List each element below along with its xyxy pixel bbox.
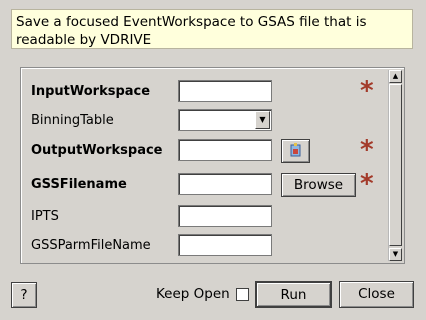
output-workspace-field[interactable] xyxy=(178,139,272,161)
gss-parm-file-name-label: GSSParmFileName xyxy=(31,238,151,253)
workspace-icon xyxy=(290,143,301,157)
ipts-field[interactable] xyxy=(178,205,272,227)
scrollbar-thumb[interactable] xyxy=(389,84,402,246)
row-binning-table: BinningTable ▼ xyxy=(21,109,381,135)
algorithm-description: Save a focused EventWorkspace to GSAS fi… xyxy=(11,9,413,49)
required-star-icon: * xyxy=(360,169,374,199)
help-button[interactable]: ? xyxy=(11,282,37,308)
keep-open-label: Keep Open xyxy=(156,286,230,302)
replace-input-button[interactable] xyxy=(281,139,310,163)
ipts-label: IPTS xyxy=(31,209,59,224)
vertical-scrollbar[interactable]: ▲ ▼ xyxy=(388,70,402,261)
row-input-workspace: InputWorkspace * xyxy=(21,76,381,106)
row-gss-filename: GSSFilename Browse * xyxy=(21,169,381,199)
input-workspace-label: InputWorkspace xyxy=(31,84,151,99)
gss-filename-field[interactable] xyxy=(178,173,272,195)
gss-parm-file-name-field[interactable] xyxy=(178,234,272,256)
keep-open-checkbox[interactable] xyxy=(236,288,249,301)
gss-filename-label: GSSFilename xyxy=(31,177,127,192)
output-workspace-label: OutputWorkspace xyxy=(31,143,163,158)
scroll-down-arrow-icon[interactable]: ▼ xyxy=(389,248,402,261)
properties-panel: InputWorkspace * BinningTable ▼ OutputWo… xyxy=(20,67,405,264)
close-button[interactable]: Close xyxy=(339,281,414,308)
row-gss-parm-file-name: GSSParmFileName xyxy=(21,234,381,260)
scroll-up-arrow-icon[interactable]: ▲ xyxy=(389,70,402,83)
dropdown-arrow-icon[interactable]: ▼ xyxy=(255,111,270,129)
input-workspace-field[interactable] xyxy=(178,80,272,102)
row-output-workspace: OutputWorkspace * xyxy=(21,135,381,165)
binning-table-dropdown[interactable]: ▼ xyxy=(178,109,272,131)
required-star-icon: * xyxy=(360,76,374,106)
browse-button[interactable]: Browse xyxy=(281,173,356,197)
required-star-icon: * xyxy=(360,135,374,165)
binning-table-label: BinningTable xyxy=(31,113,114,128)
row-ipts: IPTS xyxy=(21,205,381,231)
run-button[interactable]: Run xyxy=(255,281,332,308)
